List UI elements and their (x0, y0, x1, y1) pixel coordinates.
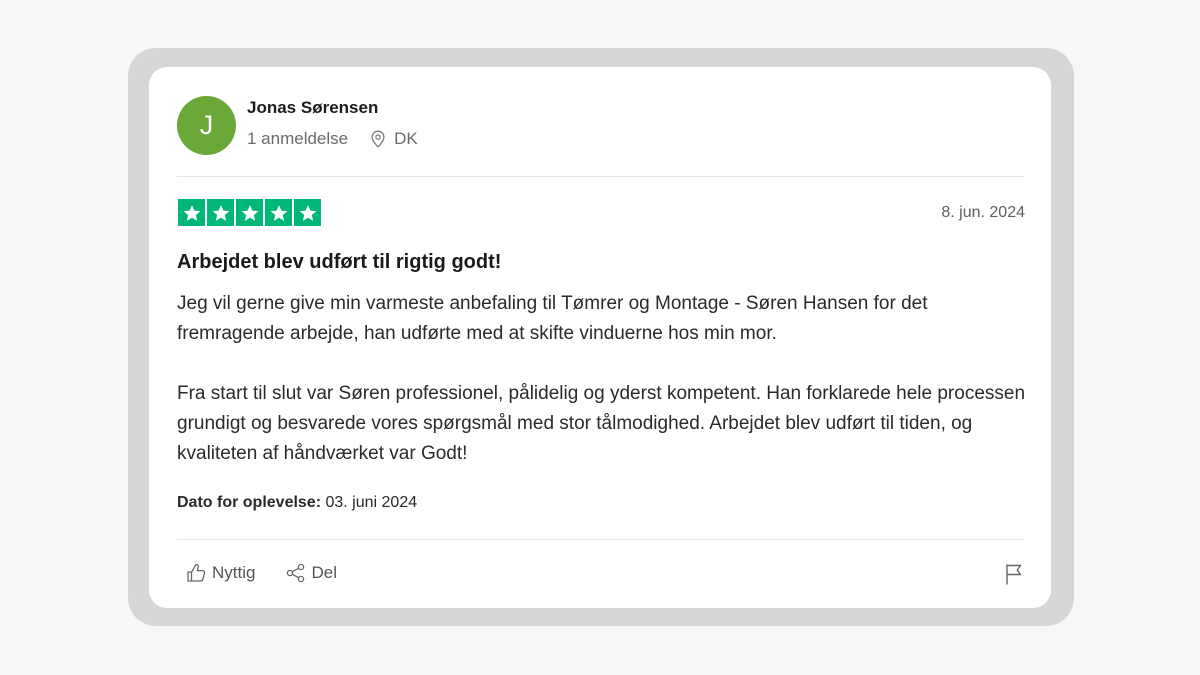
flag-icon (1006, 564, 1022, 585)
share-label: Del (311, 563, 337, 582)
reviewer-location: DK (370, 129, 418, 149)
review-date: 8. jun. 2024 (941, 204, 1025, 221)
useful-label: Nyttig (212, 563, 256, 582)
share-button[interactable]: Del (285, 563, 337, 583)
avatar-initial: J (199, 110, 214, 140)
map-pin-icon (371, 130, 385, 148)
review-paragraph: Fra start til slut var Søren professione… (177, 383, 1026, 464)
star-icon (207, 199, 234, 226)
thumbs-up-icon (187, 563, 206, 582)
footer-divider (177, 539, 1025, 540)
reviewer-meta: 1 anmeldelse DK (247, 129, 418, 149)
reviewer-name[interactable]: Jonas Sørensen (247, 98, 378, 118)
review-body: Jeg vil gerne give min varmeste anbefali… (177, 289, 1037, 469)
avatar[interactable]: J (177, 96, 236, 155)
star-icon (265, 199, 292, 226)
star-rating (178, 199, 323, 226)
report-button[interactable] (1004, 563, 1024, 590)
reviews-count: 1 anmeldelse (247, 129, 349, 148)
useful-button[interactable]: Nyttig (186, 563, 255, 583)
review-title: Arbejdet blev udført til rigtig godt! (177, 251, 502, 273)
header-divider (177, 176, 1025, 177)
experience-date-value: 03. juni 2024 (325, 494, 418, 511)
country-code: DK (394, 129, 418, 148)
share-icon (287, 563, 305, 583)
review-actions: Nyttig Del (186, 563, 367, 583)
review-paragraph: Jeg vil gerne give min varmeste anbefali… (177, 293, 928, 344)
star-icon (236, 199, 263, 226)
experience-date-label: Dato for oplevelse: (177, 494, 322, 511)
review-card: J Jonas Sørensen 1 anmeldelse DK 8. jun.… (149, 67, 1051, 608)
star-icon (178, 199, 205, 226)
experience-date: Dato for oplevelse: 03. juni 2024 (177, 494, 417, 512)
star-icon (294, 199, 321, 226)
